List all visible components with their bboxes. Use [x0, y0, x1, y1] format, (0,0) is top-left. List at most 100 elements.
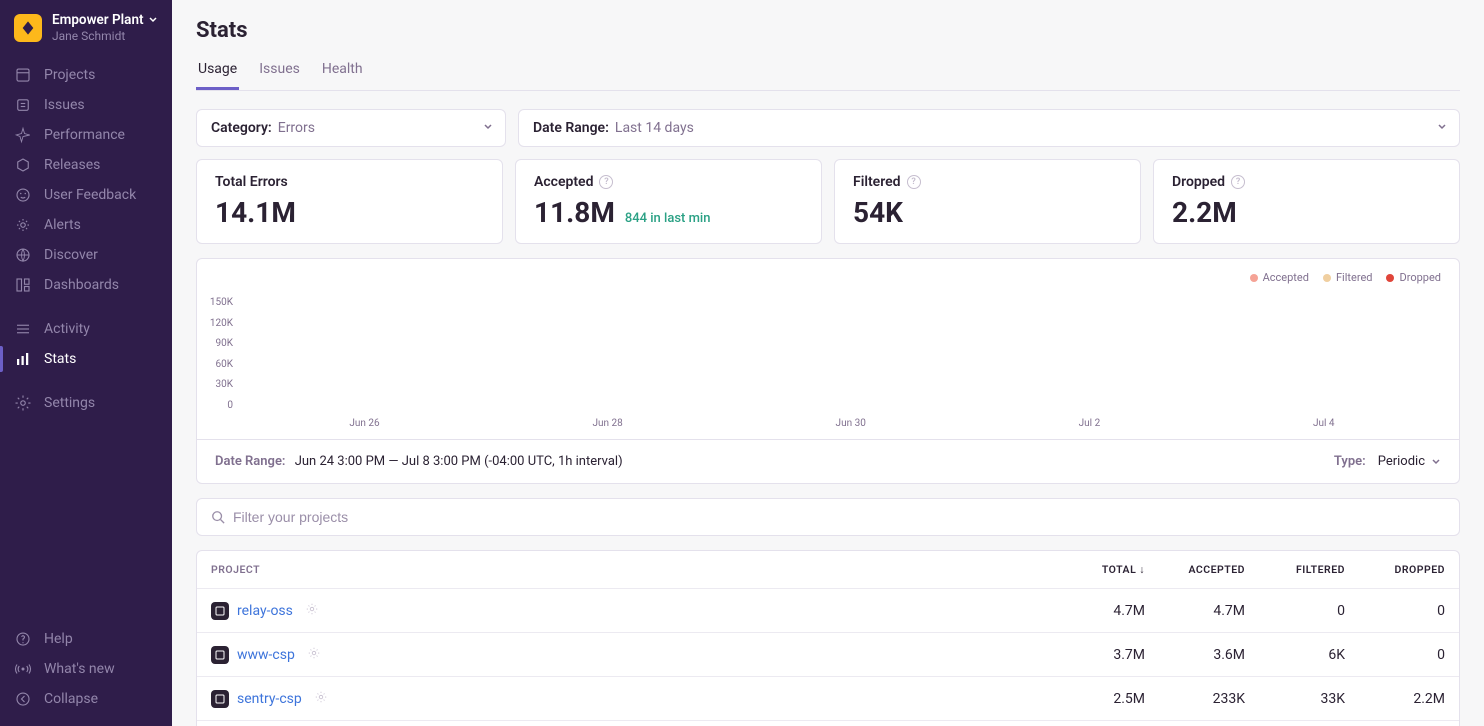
summary-card-total-errors: Total Errors 14.1M — [196, 159, 503, 244]
sidebar-item-stats[interactable]: Stats — [0, 344, 172, 374]
col-header-dropped[interactable]: DROPPED — [1345, 563, 1445, 576]
card-label: Total Errors — [215, 174, 484, 190]
chevron-down-icon — [148, 15, 158, 25]
card-label: Dropped ? — [1172, 174, 1441, 190]
help-icon[interactable]: ? — [599, 175, 613, 189]
main-content: Stats UsageIssuesHealth Category: Errors… — [172, 0, 1484, 726]
tab-usage[interactable]: Usage — [196, 57, 239, 90]
org-logo-icon — [14, 14, 42, 42]
x-tick: Jul 4 — [1313, 418, 1335, 429]
y-tick: 60K — [197, 359, 237, 370]
sidebar-item-help[interactable]: Help — [0, 624, 172, 654]
nav-label: Issues — [44, 97, 85, 113]
sidebar-item-performance[interactable]: Performance — [0, 120, 172, 150]
cell-accepted: 233K — [1145, 691, 1245, 707]
y-tick: 0 — [197, 400, 237, 411]
issues-icon — [14, 96, 32, 114]
project-link[interactable]: relay-oss — [237, 603, 293, 619]
legend-dot-icon — [1386, 274, 1394, 282]
nav-label: Performance — [44, 127, 125, 143]
table-row: docs-csp2.2M2.2M2K0 — [197, 721, 1459, 726]
sidebar-item-dashboards[interactable]: Dashboards — [0, 270, 172, 300]
project-link[interactable]: sentry-csp — [237, 691, 302, 707]
chart-date-range: Date Range: Jun 24 3:00 PM — Jul 8 3:00 … — [215, 454, 623, 469]
help-icon[interactable]: ? — [1231, 175, 1245, 189]
performance-icon — [14, 126, 32, 144]
project-cell: relay-oss — [211, 601, 1045, 620]
table-row: www-csp3.7M3.6M6K0 — [197, 633, 1459, 677]
sidebar-item-issues[interactable]: Issues — [0, 90, 172, 120]
x-tick: Jul 2 — [1079, 418, 1101, 429]
chart-x-axis: Jun 26Jun 28Jun 30Jul 2Jul 4 — [243, 418, 1441, 429]
x-tick: Jun 28 — [592, 418, 622, 429]
nav-label: User Feedback — [44, 187, 136, 203]
category-filter-label: Category: — [211, 120, 272, 136]
sidebar-item-settings[interactable]: Settings — [0, 388, 172, 418]
y-tick: 90K — [197, 338, 237, 349]
collapse-icon — [14, 690, 32, 708]
legend-dot-icon — [1250, 274, 1258, 282]
col-header-total[interactable]: TOTAL↓ — [1045, 563, 1145, 576]
date-range-filter[interactable]: Date Range: Last 14 days — [518, 109, 1460, 147]
legend-item-dropped[interactable]: Dropped — [1386, 271, 1441, 284]
table-row: relay-oss4.7M4.7M00 — [197, 589, 1459, 633]
summary-card-dropped: Dropped ? 2.2M — [1153, 159, 1460, 244]
col-header-project[interactable]: PROJECT — [211, 563, 1045, 576]
nav-label: Activity — [44, 321, 90, 337]
sidebar-item-user-feedback[interactable]: User Feedback — [0, 180, 172, 210]
sidebar-item-collapse[interactable]: Collapse — [0, 684, 172, 714]
legend-item-accepted[interactable]: Accepted — [1250, 271, 1309, 284]
project-link[interactable]: www-csp — [237, 647, 295, 663]
sidebar-item-activity[interactable]: Activity — [0, 314, 172, 344]
org-switcher[interactable]: Empower Plant Jane Schmidt — [0, 0, 172, 54]
category-filter[interactable]: Category: Errors — [196, 109, 506, 147]
gear-icon[interactable] — [305, 601, 319, 620]
legend-dot-icon — [1323, 274, 1331, 282]
col-header-filtered[interactable]: FILTERED — [1245, 563, 1345, 576]
gear-icon[interactable] — [307, 645, 321, 664]
cell-dropped: 0 — [1345, 647, 1445, 663]
org-name: Empower Plant — [52, 12, 144, 29]
x-tick: Jun 26 — [349, 418, 379, 429]
discover-icon — [14, 246, 32, 264]
activity-icon — [14, 320, 32, 338]
y-tick: 120K — [197, 318, 237, 329]
tabs: Usage Issues Health — [196, 57, 1460, 91]
projects-icon — [14, 66, 32, 84]
cell-filtered: 0 — [1245, 603, 1345, 619]
nav-label: Discover — [44, 247, 98, 263]
sidebar-item-releases[interactable]: Releases — [0, 150, 172, 180]
tab-issues[interactable]: Issues — [257, 57, 302, 90]
project-search-input[interactable] — [233, 509, 1445, 525]
chart-type-select[interactable]: Type: Periodic — [1334, 454, 1441, 469]
sidebar-item-discover[interactable]: Discover — [0, 240, 172, 270]
usage-chart-panel: AcceptedFilteredDropped 030K60K90K120K15… — [196, 258, 1460, 484]
legend-item-filtered[interactable]: Filtered — [1323, 271, 1373, 284]
alerts-icon — [14, 216, 32, 234]
project-search[interactable] — [196, 498, 1460, 536]
card-value: 54K — [853, 196, 1122, 229]
project-platform-icon — [211, 690, 229, 708]
search-icon — [211, 510, 225, 524]
cell-accepted: 3.6M — [1145, 647, 1245, 663]
help-icon[interactable]: ? — [907, 175, 921, 189]
cell-total: 3.7M — [1045, 647, 1145, 663]
chart-plot-area[interactable] — [243, 297, 1441, 411]
chevron-down-icon — [1431, 457, 1441, 467]
chevron-down-icon — [483, 120, 493, 136]
sidebar-item-projects[interactable]: Projects — [0, 60, 172, 90]
project-cell: sentry-csp — [211, 689, 1045, 708]
cell-filtered: 33K — [1245, 691, 1345, 707]
project-cell: www-csp — [211, 645, 1045, 664]
sidebar-item-what-s-new[interactable]: What's new — [0, 654, 172, 684]
sidebar: Empower Plant Jane Schmidt Projects Issue… — [0, 0, 172, 726]
card-value: 2.2M — [1172, 196, 1441, 229]
project-platform-icon — [211, 646, 229, 664]
col-header-accepted[interactable]: ACCEPTED — [1145, 563, 1245, 576]
cell-total: 2.5M — [1045, 691, 1145, 707]
nav-label: Releases — [44, 157, 100, 173]
feedback-icon — [14, 186, 32, 204]
gear-icon[interactable] — [314, 689, 328, 708]
sidebar-item-alerts[interactable]: Alerts — [0, 210, 172, 240]
tab-health[interactable]: Health — [320, 57, 365, 90]
